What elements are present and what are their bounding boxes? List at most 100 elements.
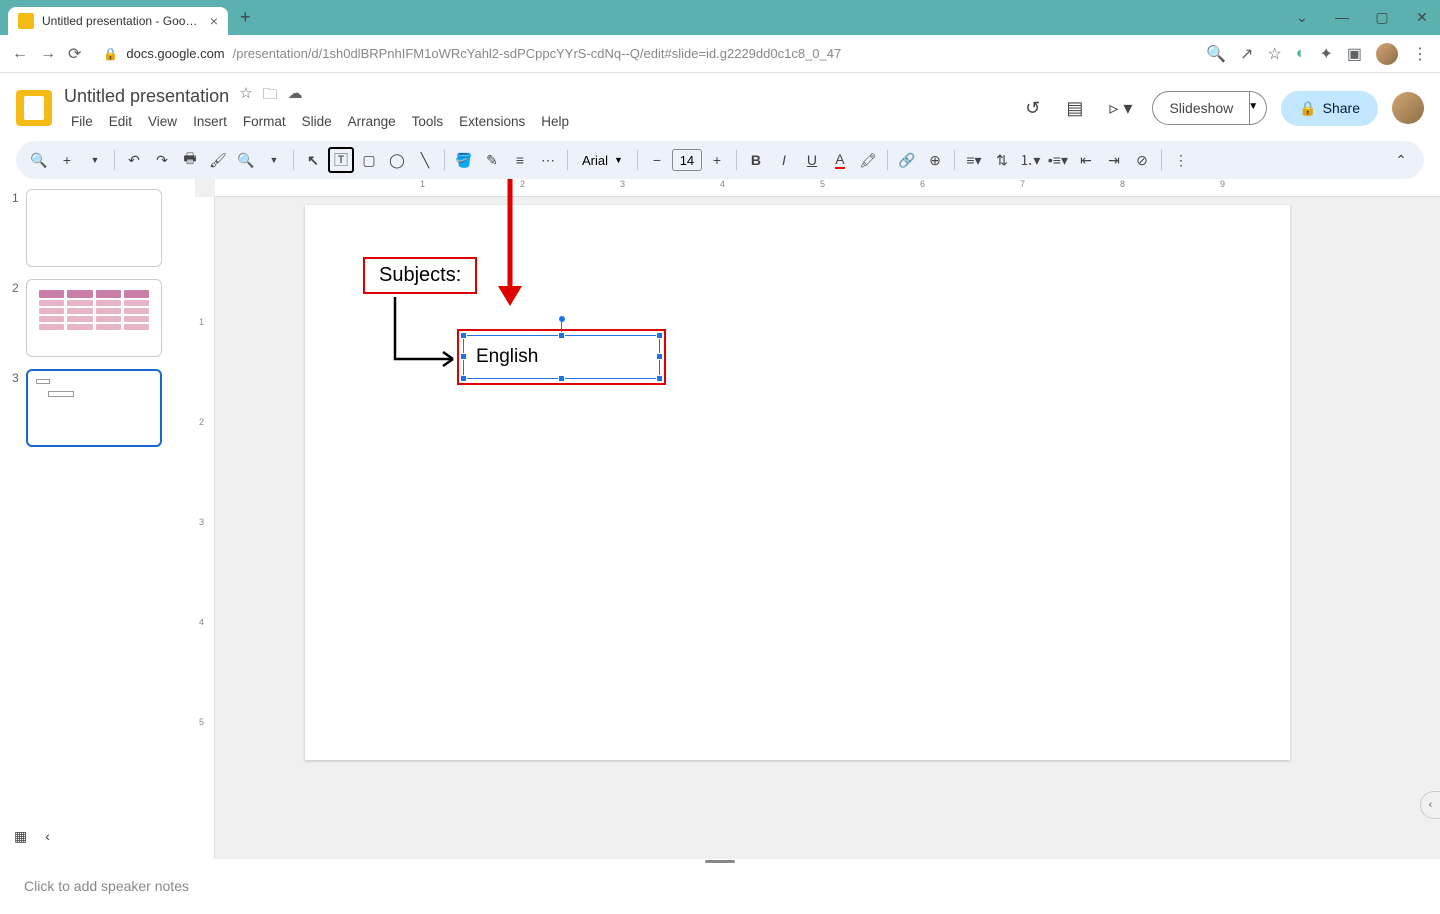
chevron-down-icon[interactable]: ⌄ — [1292, 9, 1312, 26]
cloud-status-icon[interactable]: ☁ — [288, 84, 303, 109]
back-icon[interactable]: ← — [12, 45, 28, 63]
profile-avatar[interactable] — [1376, 43, 1398, 65]
menu-help[interactable]: Help — [534, 111, 576, 132]
text-color-icon[interactable]: A — [827, 147, 853, 173]
move-icon[interactable]: 🗀 — [263, 84, 278, 109]
extensions-icon[interactable]: ✦ — [1319, 44, 1332, 64]
zoom-icon[interactable]: 🔍 — [233, 147, 259, 173]
image-tool-icon[interactable]: ▢ — [356, 147, 382, 173]
underline-icon[interactable]: U — [799, 147, 825, 173]
window-controls: ⌄ — ▢ ✕ — [1292, 9, 1432, 26]
new-tab-button[interactable]: + — [240, 7, 251, 28]
line-spacing-icon[interactable]: ⇅ — [989, 147, 1015, 173]
line-tool-icon[interactable]: ╲ — [412, 147, 438, 173]
fill-color-icon[interactable]: 🪣 — [451, 147, 477, 173]
menu-format[interactable]: Format — [236, 111, 293, 132]
new-slide-icon[interactable]: + — [54, 147, 80, 173]
border-dash-icon[interactable]: ⋯ — [535, 147, 561, 173]
menu-icon[interactable]: ⋮ — [1412, 44, 1428, 64]
italic-icon[interactable]: I — [771, 147, 797, 173]
maximize-icon[interactable]: ▢ — [1372, 9, 1392, 26]
sidepanel-icon[interactable]: ▣ — [1347, 44, 1362, 64]
clear-format-icon[interactable]: ⊘ — [1129, 147, 1155, 173]
menu-extensions[interactable]: Extensions — [452, 111, 532, 132]
textbox-subjects[interactable]: Subjects: — [363, 257, 477, 294]
forward-icon[interactable]: → — [40, 45, 56, 63]
extension-icon[interactable]: ◐ — [1296, 45, 1306, 63]
increase-indent-icon[interactable]: ⇥ — [1101, 147, 1127, 173]
share-page-icon[interactable]: ↗ — [1240, 44, 1253, 64]
browser-nav-bar: ← → ⟳ 🔒 docs.google.com/presentation/d/1… — [0, 35, 1440, 73]
numbered-list-icon[interactable]: ⒈▾ — [1017, 147, 1043, 173]
zoom-dropdown-icon[interactable]: ▼ — [261, 147, 287, 173]
browser-tab[interactable]: Untitled presentation - Google Sl × — [8, 7, 228, 35]
print-icon[interactable]: 🖶 — [177, 147, 203, 173]
textbox-tool-icon[interactable]: 🅃 — [328, 147, 354, 173]
more-icon[interactable]: ⋮ — [1168, 147, 1194, 173]
canvas-area[interactable]: 1 2 3 4 5 6 7 8 9 1 2 3 4 5 Subjects: — [195, 179, 1440, 859]
slides-favicon — [18, 13, 34, 29]
slideshow-dropdown[interactable]: ▼ — [1240, 91, 1267, 125]
align-icon[interactable]: ≡▾ — [961, 147, 987, 173]
paint-format-icon[interactable]: 🖌 — [205, 147, 231, 173]
undo-icon[interactable]: ↶ — [121, 147, 147, 173]
bold-icon[interactable]: B — [743, 147, 769, 173]
horizontal-ruler: 1 2 3 4 5 6 7 8 9 — [215, 179, 1440, 197]
comments-icon[interactable]: ▤ — [1060, 92, 1089, 125]
link-icon[interactable]: 🔗 — [894, 147, 920, 173]
slideshow-button[interactable]: Slideshow — [1152, 91, 1250, 125]
lock-icon: 🔒 — [103, 47, 118, 61]
star-icon[interactable]: ☆ — [239, 84, 252, 109]
speaker-notes[interactable]: Click to add speaker notes — [0, 864, 1440, 914]
reload-icon[interactable]: ⟳ — [68, 44, 81, 64]
nav-actions: 🔍 ↗ ☆ ◐ ✦ ▣ ⋮ — [1206, 43, 1428, 65]
tab-title: Untitled presentation - Google Sl — [42, 14, 202, 28]
decrease-font-icon[interactable]: − — [644, 147, 670, 173]
border-weight-icon[interactable]: ≡ — [507, 147, 533, 173]
slides-logo[interactable] — [16, 90, 52, 126]
close-window-icon[interactable]: ✕ — [1412, 9, 1432, 26]
grid-view-icon[interactable]: ▦ — [14, 828, 27, 845]
menu-tools[interactable]: Tools — [405, 111, 451, 132]
menu-insert[interactable]: Insert — [186, 111, 234, 132]
slide-panel[interactable]: 1 2 3 — [0, 179, 195, 859]
bulleted-list-icon[interactable]: •≡▾ — [1045, 147, 1071, 173]
highlight-icon[interactable]: 🖍 — [855, 147, 881, 173]
slide-canvas[interactable]: Subjects: English — [305, 205, 1290, 760]
slide-thumb-1[interactable] — [26, 189, 162, 267]
bottom-bar: ▦ ‹ — [14, 828, 50, 845]
menu-view[interactable]: View — [141, 111, 184, 132]
collapse-toolbar-icon[interactable]: ⌃ — [1388, 147, 1414, 173]
account-avatar[interactable] — [1392, 92, 1424, 124]
bookmark-icon[interactable]: ☆ — [1267, 44, 1281, 64]
menu-slide[interactable]: Slide — [295, 111, 339, 132]
font-size-input[interactable]: 14 — [672, 149, 702, 171]
explore-button[interactable]: ‹ — [1420, 791, 1440, 819]
search-menus-icon[interactable]: 🔍 — [26, 147, 52, 173]
history-icon[interactable]: ↺ — [1019, 92, 1046, 125]
slide-thumb-2[interactable] — [26, 279, 162, 357]
decrease-indent-icon[interactable]: ⇤ — [1073, 147, 1099, 173]
select-tool-icon[interactable]: ↖ — [300, 147, 326, 173]
menu-arrange[interactable]: Arrange — [341, 111, 403, 132]
zoom-icon[interactable]: 🔍 — [1206, 44, 1226, 64]
font-family-select[interactable]: Arial ▼ — [574, 153, 631, 168]
border-color-icon[interactable]: ✎ — [479, 147, 505, 173]
menu-file[interactable]: File — [64, 111, 100, 132]
minimize-icon[interactable]: — — [1332, 9, 1352, 26]
address-bar[interactable]: 🔒 docs.google.com/presentation/d/1sh0dlB… — [93, 46, 1194, 61]
collapse-filmstrip-icon[interactable]: ‹ — [45, 828, 50, 845]
menu-edit[interactable]: Edit — [102, 111, 139, 132]
redo-icon[interactable]: ↷ — [149, 147, 175, 173]
new-slide-dropdown-icon[interactable]: ▼ — [82, 147, 108, 173]
shape-tool-icon[interactable]: ◯ — [384, 147, 410, 173]
textbox-english[interactable]: English — [463, 335, 660, 379]
share-button[interactable]: 🔒 Share — [1281, 91, 1378, 126]
increase-font-icon[interactable]: + — [704, 147, 730, 173]
close-tab-icon[interactable]: × — [210, 13, 218, 29]
document-title[interactable]: Untitled presentation — [64, 86, 229, 107]
meet-icon[interactable]: ▹ ▾ — [1103, 92, 1138, 125]
slide-thumb-3[interactable] — [26, 369, 162, 447]
comment-icon[interactable]: ⊕ — [922, 147, 948, 173]
menu-bar: File Edit View Insert Format Slide Arran… — [64, 111, 1019, 132]
